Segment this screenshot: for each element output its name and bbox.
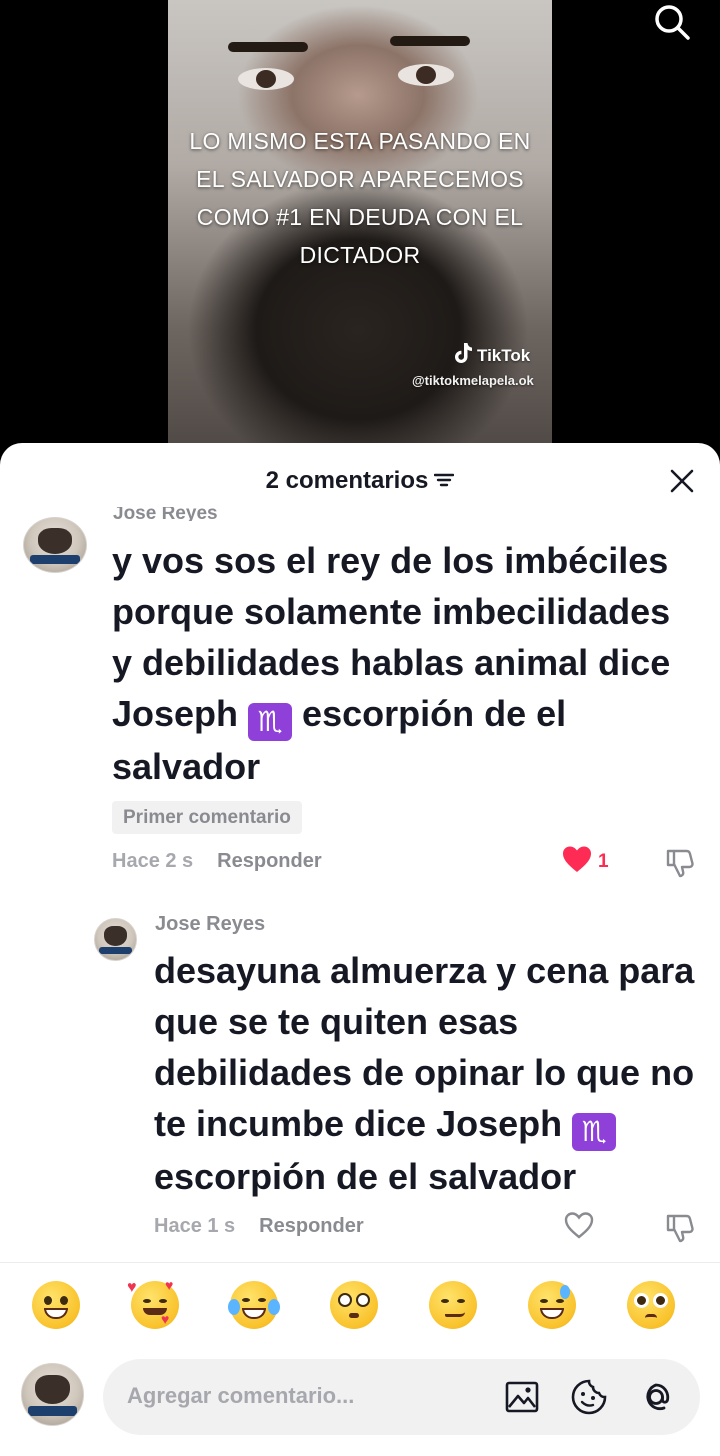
comment-time: Hace 2 s xyxy=(112,850,194,872)
avatar[interactable] xyxy=(94,918,137,961)
comment-text: y vos sos el rey de los imbéciles porque… xyxy=(112,535,682,792)
filter-icon[interactable] xyxy=(434,467,455,495)
like-button[interactable] xyxy=(564,1211,594,1244)
search-icon xyxy=(653,3,691,46)
scorpio-icon: ♏ xyxy=(572,1113,617,1151)
face-eye xyxy=(238,68,294,90)
tiktok-watermark: TikTok xyxy=(453,342,530,369)
comment-text-tail: escorpión de el salvador xyxy=(154,1156,577,1197)
image-icon[interactable] xyxy=(503,1378,541,1416)
thumbs-down-icon xyxy=(664,1214,696,1248)
comment-composer: Agregar comentario... xyxy=(0,1348,720,1456)
search-button[interactable] xyxy=(650,4,694,44)
close-icon xyxy=(670,469,694,498)
like-count: 1 xyxy=(598,851,609,872)
face-with-tears-of-joy-icon[interactable] xyxy=(228,1281,280,1329)
emoji-quick-bar: ♥ ♥ ♥ xyxy=(0,1277,720,1331)
first-comment-badge: Primer comentario xyxy=(112,801,302,834)
thumbs-down-icon xyxy=(664,849,696,883)
reply-button[interactable]: Responder xyxy=(217,850,321,872)
tiktok-logo-icon xyxy=(453,342,473,369)
divider xyxy=(0,1262,720,1263)
heart-filled-icon xyxy=(562,845,592,879)
comment-text: desayuna almuerza y cena para que se te … xyxy=(154,945,710,1202)
avatar[interactable] xyxy=(21,1363,84,1426)
dislike-button[interactable] xyxy=(664,1212,696,1249)
close-button[interactable] xyxy=(664,465,700,501)
comment-input[interactable]: Agregar comentario... xyxy=(103,1359,700,1435)
comments-count: 2 comentarios xyxy=(265,467,429,494)
comment-meta: Hace 2 s Responder xyxy=(112,850,322,873)
scorpio-icon: ♏ xyxy=(248,703,293,741)
reply-button[interactable]: Responder xyxy=(259,1215,363,1237)
pleading-face-icon[interactable] xyxy=(627,1281,675,1329)
face-brow xyxy=(228,42,308,52)
smiling-face-with-hearts-icon[interactable]: ♥ ♥ ♥ xyxy=(127,1277,179,1329)
heart-outline-icon xyxy=(564,1212,594,1243)
like-button[interactable]: 1 xyxy=(562,845,609,879)
grinning-face-icon[interactable] xyxy=(32,1281,80,1329)
comment-time: Hace 1 s xyxy=(154,1215,236,1237)
dislike-button[interactable] xyxy=(664,847,696,884)
smirking-face-icon[interactable] xyxy=(429,1281,477,1329)
comment-author[interactable]: Jose Reyes xyxy=(155,913,265,936)
comment-author[interactable]: Jose Reyes xyxy=(113,507,218,521)
face-brow xyxy=(390,36,470,46)
grinning-face-with-sweat-icon[interactable] xyxy=(528,1281,576,1329)
avatar[interactable] xyxy=(23,517,87,573)
tiktok-watermark-handle: @tiktokmelapela.ok xyxy=(412,373,534,388)
mention-icon[interactable] xyxy=(637,1378,675,1416)
tiktok-watermark-brand: TikTok xyxy=(477,345,531,365)
video-frame: LO MISMO ESTA PASANDO EN EL SALVADOR APA… xyxy=(168,0,552,470)
video-caption: LO MISMO ESTA PASANDO EN EL SALVADOR APA… xyxy=(189,128,531,268)
comment-input-placeholder: Agregar comentario... xyxy=(127,1383,355,1408)
sticker-icon[interactable] xyxy=(570,1378,608,1416)
comments-title: 2 comentarios xyxy=(0,467,720,495)
video-player[interactable]: LO MISMO ESTA PASANDO EN EL SALVADOR APA… xyxy=(0,0,720,470)
comments-header: 2 comentarios xyxy=(0,443,720,519)
flushed-face-icon[interactable] xyxy=(330,1281,378,1329)
face-eye xyxy=(398,64,454,86)
comment-meta: Hace 1 s Responder xyxy=(154,1215,364,1238)
comments-sheet: 2 comentarios Jose Reyes y vos sos el re… xyxy=(0,443,720,1456)
